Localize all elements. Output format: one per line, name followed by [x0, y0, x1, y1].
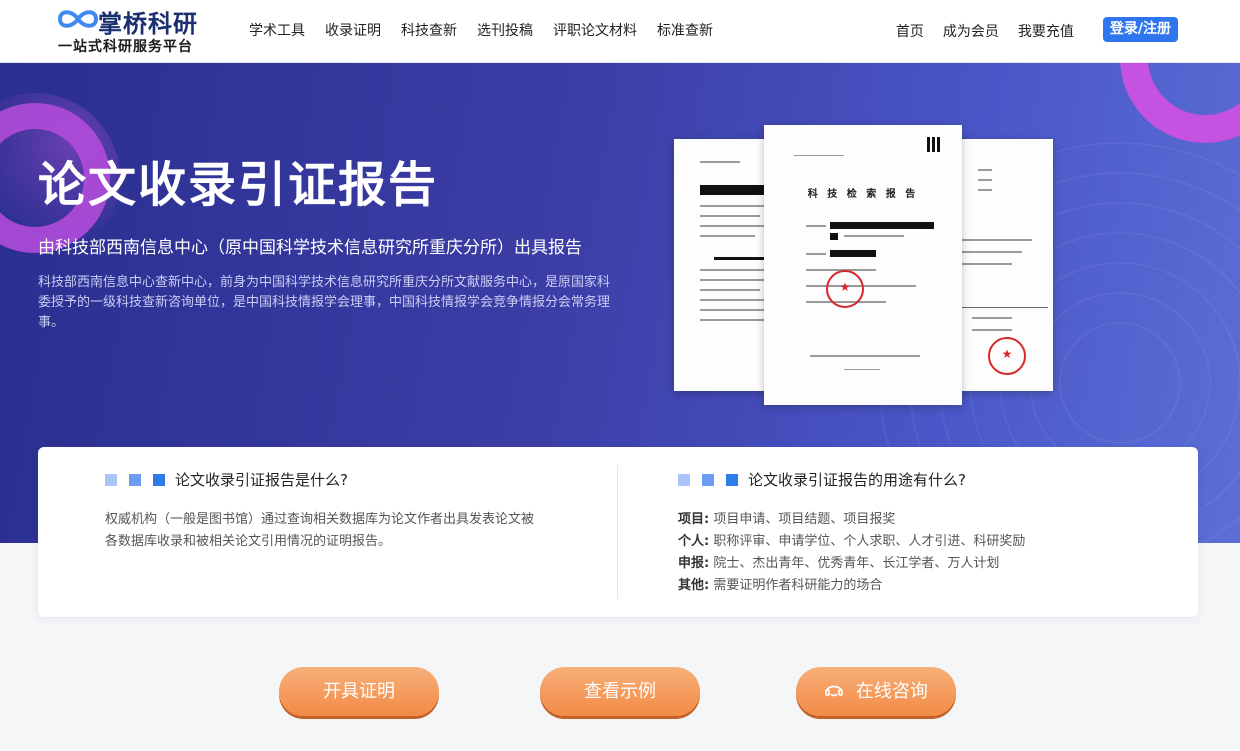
red-seal-icon [988, 337, 1026, 375]
uses-section-title: 论文收录引证报告的用途有什么? [748, 471, 966, 489]
uses-list: 项目: 项目申请、项目结题、项目报奖 个人: 职称评审、申请学位、个人求职、人才… [678, 509, 1025, 597]
issue-certificate-label: 开具证明 [323, 681, 395, 702]
site-logo[interactable]: 掌桥科研 一站式科研服务平台 [56, 4, 216, 58]
hero-title: 论文收录引证报告 [38, 157, 439, 213]
hero-description: 科技部西南信息中心查新中心，前身为中国科学技术信息研究所重庆分所文献服务中心，是… [38, 275, 611, 330]
red-seal-icon [826, 270, 864, 308]
qr-code-icon [927, 137, 942, 152]
list-item: 个人: 职称评审、申请学位、个人求职、人才引进、科研奖励 [678, 531, 1025, 553]
square-bullet-icon [678, 473, 690, 486]
uses-section: 论文收录引证报告的用途有什么? 项目: 项目申请、项目结题、项目报奖 个人: 职… [678, 447, 1138, 617]
nav-item-promotion-materials[interactable]: 评职论文材料 [553, 20, 637, 40]
square-bullet-icon [153, 473, 165, 486]
nav-link-membership[interactable]: 成为会员 [943, 21, 999, 41]
report-page-main: 科 技 检 索 报 告 [764, 125, 962, 405]
info-card: 论文收录引证报告是什么? 权威机构（一般是图书馆）通过查询相关数据库为论文作者出… [38, 447, 1198, 617]
use-value: 需要证明作者科研能力的场合 [713, 578, 883, 593]
what-section-title: 论文收录引证报告是什么? [175, 471, 348, 489]
use-value: 项目申请、项目结题、项目报奖 [713, 512, 896, 527]
nav-item-academic-tools[interactable]: 学术工具 [249, 20, 305, 40]
user-nav: 首页 成为会员 我要充值 登录/注册 [896, 17, 1178, 42]
use-key: 个人: [678, 534, 710, 549]
nav-item-standard-search[interactable]: 标准查新 [657, 20, 713, 40]
main-nav: 学术工具 收录证明 科技查新 选刊投稿 评职论文材料 标准查新 [249, 20, 733, 40]
nav-item-journal-submission[interactable]: 选刊投稿 [477, 20, 533, 40]
list-item: 其他: 需要证明作者科研能力的场合 [678, 575, 1025, 597]
what-section-heading: 论文收录引证报告是什么? [105, 469, 348, 490]
square-bullet-icon [129, 473, 141, 486]
square-bullet-icon [702, 473, 714, 486]
top-header: 掌桥科研 一站式科研服务平台 学术工具 收录证明 科技查新 选刊投稿 评职论文材… [0, 0, 1240, 63]
nav-item-novelty-search[interactable]: 科技查新 [401, 20, 457, 40]
login-register-button[interactable]: 登录/注册 [1102, 17, 1178, 42]
list-item: 项目: 项目申请、项目结题、项目报奖 [678, 509, 1025, 531]
nav-link-recharge[interactable]: 我要充值 [1018, 21, 1074, 41]
use-key: 申报: [678, 556, 710, 571]
what-section: 论文收录引证报告是什么? 权威机构（一般是图书馆）通过查询相关数据库为论文作者出… [105, 447, 565, 617]
report-document-title: 科 技 检 索 报 告 [807, 189, 919, 200]
online-consult-label: 在线咨询 [855, 681, 928, 702]
square-bullet-icon [726, 473, 738, 486]
use-key: 其他: [678, 578, 710, 593]
use-key: 项目: [678, 512, 710, 527]
uses-section-heading: 论文收录引证报告的用途有什么? [678, 469, 966, 490]
infinity-logo-icon [57, 10, 99, 28]
nav-item-inclusion-proof[interactable]: 收录证明 [325, 20, 381, 40]
brand-tagline: 一站式科研服务平台 [58, 39, 193, 55]
brand-name: 掌桥科研 [98, 10, 198, 38]
use-value: 职称评审、申请学位、个人求职、人才引进、科研奖励 [713, 534, 1026, 549]
list-item: 申报: 院士、杰出青年、优秀青年、长江学者、万人计划 [678, 553, 1025, 575]
section-divider [617, 465, 618, 599]
use-value: 院士、杰出青年、优秀青年、长江学者、万人计划 [713, 556, 1000, 571]
what-section-body: 权威机构（一般是图书馆）通过查询相关数据库为论文作者出具发表论文被各数据库收录和… [105, 512, 535, 549]
view-example-label: 查看示例 [584, 681, 656, 702]
headset-chat-icon [825, 685, 843, 697]
hero-subtitle: 由科技部西南信息中心（原中国科学技术信息研究所重庆分所）出具报告 [38, 238, 582, 258]
square-bullet-icon [105, 473, 117, 486]
nav-link-home[interactable]: 首页 [896, 21, 924, 41]
issue-certificate-button[interactable]: 开具证明 [279, 667, 439, 716]
online-consult-button[interactable]: 在线咨询 [796, 667, 956, 716]
view-example-button[interactable]: 查看示例 [540, 667, 700, 716]
